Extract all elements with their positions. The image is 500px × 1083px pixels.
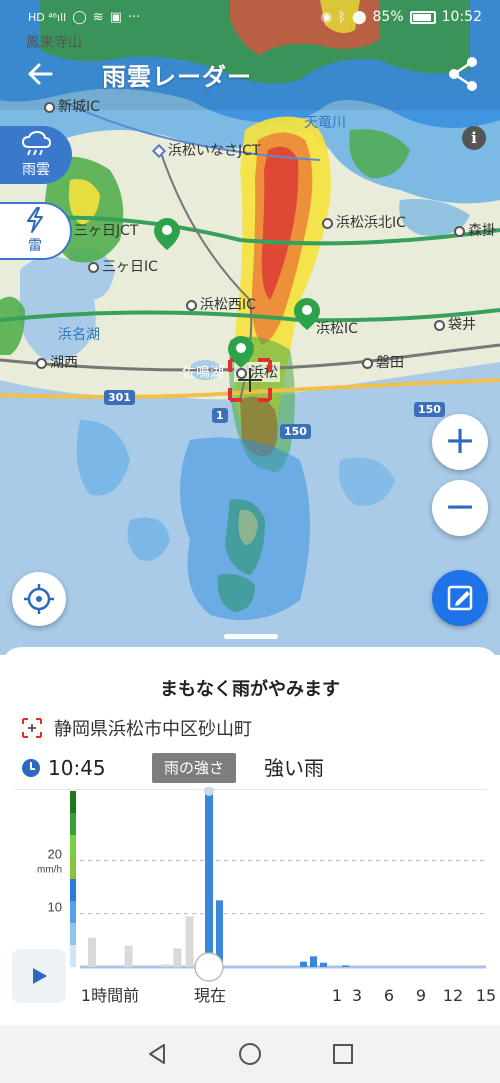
map-label-city: 袋井 <box>434 314 476 334</box>
map-label-city: 磐田 <box>362 352 404 372</box>
nav-recents-icon[interactable] <box>330 1041 356 1067</box>
y-tick-label: 10 <box>48 900 62 915</box>
past-bar <box>173 948 182 967</box>
map-pin-icon[interactable] <box>294 298 320 330</box>
route-shield: 301 <box>104 390 135 405</box>
wifi-icon: ≋ <box>92 9 104 25</box>
y-tick-label: 20 <box>48 846 62 861</box>
legend-color-segment <box>70 857 76 879</box>
map-label-lake: 佐鳴湖 <box>182 365 224 381</box>
map-label-river: 天竜川 <box>304 115 346 131</box>
map-label-ic: 森掛 <box>454 220 496 240</box>
zoom-in-button[interactable]: + <box>432 414 488 470</box>
legend-color-segment <box>70 901 76 923</box>
legend-color-segment <box>70 835 76 857</box>
crosshair-icon <box>24 584 54 614</box>
system-nav-bar <box>0 1025 500 1083</box>
location-name: 静岡県浜松市中区砂山町 <box>54 719 252 740</box>
layer-tab-label: 雨雲 <box>22 162 50 178</box>
past-bar <box>124 945 133 967</box>
layer-tab-rain[interactable]: 雨雲 <box>0 126 72 184</box>
eye-icon: ◉ <box>320 9 333 25</box>
share-icon[interactable] <box>442 52 486 96</box>
y-unit-label: mm/h <box>37 864 62 875</box>
sheet-drag-handle[interactable] <box>224 634 278 639</box>
nav-back-icon[interactable] <box>144 1041 170 1067</box>
intensity-value: 強い雨 <box>264 756 324 780</box>
legend-color-segment <box>70 923 76 945</box>
past-bar <box>161 964 170 967</box>
map-label-jct: 三ヶ日JCT <box>74 223 139 239</box>
layer-tab-lightning[interactable]: 雷 <box>0 202 72 260</box>
intensity-badge: 雨の強さ <box>152 753 237 783</box>
forecast-bar <box>342 965 349 967</box>
selected-time: 10:45 <box>48 756 106 780</box>
forecast-bar <box>300 961 307 967</box>
x-tick-label: 1 <box>332 986 342 1005</box>
time-slider-knob <box>194 952 224 982</box>
notification-icon: ▣ <box>109 9 122 25</box>
forecast-headline: まもなく雨がやみます <box>160 679 340 700</box>
x-tick-label: 1時間前 <box>81 986 139 1005</box>
past-bar <box>185 916 194 967</box>
lightning-icon <box>27 207 43 233</box>
battery-icon <box>409 10 436 24</box>
signal-icon: HD ⁴⁶ıll <box>28 10 67 24</box>
location-target-icon <box>22 718 42 738</box>
map-label-jct: 浜松いなさJCT <box>151 140 260 160</box>
app-bar: 雨雲レーダー <box>0 46 500 102</box>
x-tick-label: 15 <box>476 986 496 1005</box>
route-shield: 150 <box>280 424 311 439</box>
current-location-button[interactable] <box>12 572 66 626</box>
x-tick-label: 6 <box>384 986 394 1005</box>
play-button[interactable] <box>12 949 66 1003</box>
edit-button[interactable] <box>432 570 488 626</box>
rain-cloud-icon <box>21 131 51 156</box>
x-tick-label: 現在 <box>194 986 226 1005</box>
route-shield: 1 <box>212 408 228 423</box>
forecast-bar <box>320 962 327 967</box>
current-bar <box>205 791 213 967</box>
legend-color-segment <box>70 945 76 967</box>
zoom-out-button[interactable]: − <box>432 480 488 536</box>
map-label-ic: 浜松西IC <box>186 294 256 314</box>
nav-home-icon[interactable] <box>237 1041 263 1067</box>
battery-percent: 85% <box>372 9 404 25</box>
edit-icon <box>447 585 473 611</box>
map-label-ic: 浜松IC <box>316 321 358 337</box>
layer-tab-label: 雷 <box>28 238 42 254</box>
rain-chart[interactable]: 10 20 mm/h 1時間前 現在 1 3 6 9 12 15 <box>0 786 500 1019</box>
sync-icon: ◯ <box>72 9 87 25</box>
map-label-lake: 浜名湖 <box>58 327 100 343</box>
x-tick-label: 12 <box>443 986 463 1005</box>
clock-time: 10:52 <box>441 9 482 25</box>
legend-color-segment <box>70 791 76 813</box>
more-icon: ··· <box>128 9 141 25</box>
info-icon[interactable]: i <box>462 126 486 150</box>
map-label-city: 湖西 <box>36 352 78 372</box>
rain-chart-svg: 10 20 mm/h 1時間前 現在 1 3 6 9 12 15 <box>37 786 496 1005</box>
route-shield: 150 <box>414 402 445 417</box>
time-row: 10:45 雨の強さ 強い雨 <box>22 753 492 783</box>
location-row: 静岡県浜松市中区砂山町 <box>22 715 252 741</box>
forecast-sheet: まもなく雨がやみます 静岡県浜松市中区砂山町 10:45 雨の強さ 強い雨 10… <box>0 647 500 1025</box>
legend-color-segment <box>70 879 76 901</box>
map-pin-icon[interactable] <box>154 218 180 250</box>
x-tick-label: 3 <box>352 986 362 1005</box>
forecast-bar <box>310 956 317 967</box>
legend-color-segment <box>70 813 76 835</box>
play-icon <box>33 968 47 984</box>
page-title: 雨雲レーダー <box>102 62 252 91</box>
clock-icon <box>22 759 40 777</box>
map-label-ic: 三ヶ日IC <box>88 256 158 276</box>
map-label-ic: 浜松浜北IC <box>322 212 406 232</box>
past-bar <box>88 937 96 967</box>
bluetooth-icon: ᛒ <box>338 9 346 25</box>
back-arrow-icon[interactable] <box>16 50 64 98</box>
map-pin-icon[interactable] <box>228 336 254 368</box>
x-tick-label: 9 <box>416 986 426 1005</box>
status-bar: HD ⁴⁶ıll ◯ ≋ ▣ ··· ◉ ᛒ ⬤ 85% 10:52 <box>0 0 500 34</box>
location-icon: ⬤ <box>351 9 367 25</box>
